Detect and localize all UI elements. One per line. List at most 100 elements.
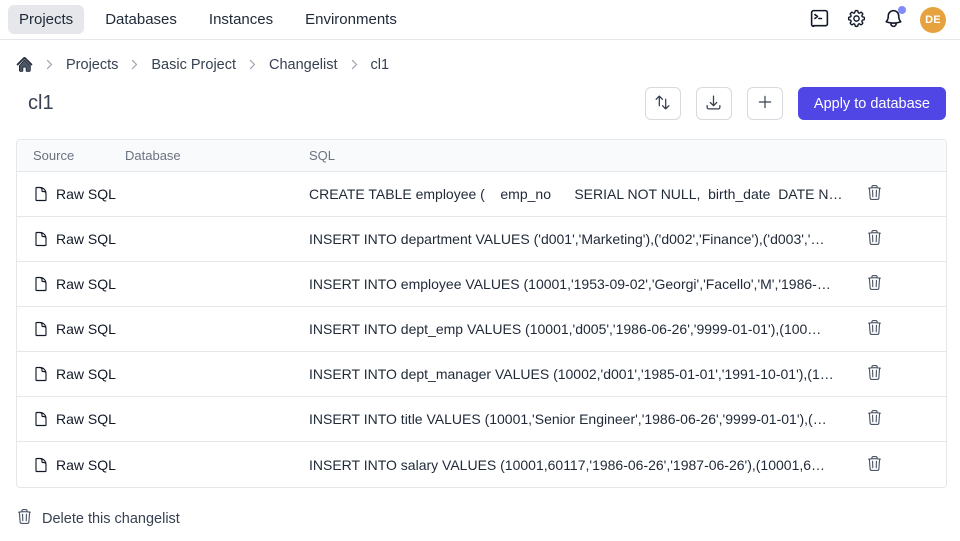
delete-changelist-button[interactable]: Delete this changelist — [16, 508, 180, 529]
document-icon — [33, 321, 49, 337]
source-cell: Raw SQL — [33, 186, 309, 202]
document-icon — [33, 457, 49, 473]
trash-icon — [866, 409, 883, 429]
row-actions — [854, 319, 946, 339]
avatar[interactable]: DE — [920, 7, 946, 33]
chevron-right-icon — [128, 58, 141, 71]
sql-cell: INSERT INTO salary VALUES (10001,60117,'… — [309, 457, 854, 473]
download-icon — [705, 94, 722, 114]
delete-row-button[interactable] — [866, 274, 883, 294]
page-footer: Delete this changelist — [0, 488, 960, 529]
top-nav-actions: DE — [809, 7, 946, 33]
document-icon — [33, 366, 49, 382]
sql-cell: INSERT INTO dept_emp VALUES (10001,'d005… — [309, 321, 854, 337]
apply-to-database-button[interactable]: Apply to database — [798, 87, 946, 120]
nav-item-projects[interactable]: Projects — [8, 5, 84, 34]
trash-icon — [866, 184, 883, 204]
title-row: cl1 Apply to database — [0, 73, 960, 120]
changelist-table: Source Database SQL Raw SQL CREATE TABLE… — [16, 139, 947, 488]
breadcrumb-changelist[interactable]: Changelist — [269, 57, 338, 73]
title-actions: Apply to database — [645, 87, 946, 120]
trash-icon — [866, 319, 883, 339]
source-cell: Raw SQL — [33, 321, 309, 337]
source-label: Raw SQL — [56, 276, 116, 292]
terminal-icon — [809, 8, 830, 32]
source-cell: Raw SQL — [33, 411, 309, 427]
document-icon — [33, 411, 49, 427]
source-label: Raw SQL — [56, 231, 116, 247]
notifications-button[interactable] — [883, 8, 904, 32]
sql-cell: INSERT INTO department VALUES ('d001','M… — [309, 231, 854, 247]
add-change-button[interactable] — [747, 87, 783, 120]
plus-icon — [756, 93, 774, 114]
breadcrumb-cl1[interactable]: cl1 — [371, 57, 390, 73]
source-cell: Raw SQL — [33, 366, 309, 382]
source-label: Raw SQL — [56, 366, 116, 382]
row-actions — [854, 364, 946, 384]
row-actions — [854, 455, 946, 475]
table-row[interactable]: Raw SQL CREATE TABLE employee ( emp_no S… — [17, 172, 946, 217]
sql-cell: INSERT INTO dept_manager VALUES (10002,'… — [309, 366, 854, 382]
sql-cell: CREATE TABLE employee ( emp_no SERIAL NO… — [309, 186, 854, 202]
delete-row-button[interactable] — [866, 229, 883, 249]
delete-row-button[interactable] — [866, 184, 883, 204]
breadcrumb: Projects Basic Project Changelist cl1 — [0, 40, 960, 73]
delete-row-button[interactable] — [866, 319, 883, 339]
document-icon — [33, 231, 49, 247]
reorder-button[interactable] — [645, 87, 681, 120]
arrows-up-down-icon — [654, 94, 671, 114]
source-label: Raw SQL — [56, 411, 116, 427]
table-row[interactable]: Raw SQL INSERT INTO title VALUES (10001,… — [17, 397, 946, 442]
source-label: Raw SQL — [56, 457, 116, 473]
gear-icon — [846, 8, 867, 32]
sql-cell: INSERT INTO title VALUES (10001,'Senior … — [309, 411, 854, 427]
trash-icon — [866, 455, 883, 475]
breadcrumb-projects[interactable]: Projects — [66, 57, 118, 73]
top-nav-bar: Projects Databases Instances Environment… — [0, 0, 960, 40]
row-actions — [854, 409, 946, 429]
column-header-sql: SQL — [309, 148, 854, 163]
document-icon — [33, 186, 49, 202]
table-header: Source Database SQL — [17, 140, 946, 172]
sql-cell: INSERT INTO employee VALUES (10001,'1953… — [309, 276, 854, 292]
trash-icon — [866, 229, 883, 249]
delete-row-button[interactable] — [866, 455, 883, 475]
breadcrumb-home[interactable] — [16, 56, 33, 73]
source-cell: Raw SQL — [33, 457, 309, 473]
source-label: Raw SQL — [56, 186, 116, 202]
row-actions — [854, 184, 946, 204]
row-actions — [854, 229, 946, 249]
nav-item-databases[interactable]: Databases — [94, 5, 188, 34]
nav-item-environments[interactable]: Environments — [294, 5, 408, 34]
trash-icon — [866, 364, 883, 384]
table-row[interactable]: Raw SQL INSERT INTO department VALUES ('… — [17, 217, 946, 262]
chevron-right-icon — [246, 58, 259, 71]
chevron-right-icon — [43, 58, 56, 71]
row-actions — [854, 274, 946, 294]
table-row[interactable]: Raw SQL INSERT INTO dept_emp VALUES (100… — [17, 307, 946, 352]
delete-row-button[interactable] — [866, 409, 883, 429]
source-cell: Raw SQL — [33, 276, 309, 292]
sql-editor-button[interactable] — [809, 8, 830, 32]
table-row[interactable]: Raw SQL INSERT INTO employee VALUES (100… — [17, 262, 946, 307]
document-icon — [33, 276, 49, 292]
notification-dot — [898, 6, 906, 14]
main-nav: Projects Databases Instances Environment… — [8, 5, 408, 34]
table-row[interactable]: Raw SQL INSERT INTO dept_manager VALUES … — [17, 352, 946, 397]
source-label: Raw SQL — [56, 321, 116, 337]
column-header-source: Source — [33, 148, 125, 163]
page-title: cl1 — [28, 92, 54, 115]
export-button[interactable] — [696, 87, 732, 120]
home-icon — [16, 56, 33, 73]
delete-row-button[interactable] — [866, 364, 883, 384]
delete-changelist-label: Delete this changelist — [42, 511, 180, 527]
trash-icon — [16, 508, 33, 529]
chevron-right-icon — [348, 58, 361, 71]
settings-button[interactable] — [846, 8, 867, 32]
nav-item-instances[interactable]: Instances — [198, 5, 284, 34]
column-header-database: Database — [125, 148, 309, 163]
source-cell: Raw SQL — [33, 231, 309, 247]
breadcrumb-basic-project[interactable]: Basic Project — [151, 57, 236, 73]
table-row[interactable]: Raw SQL INSERT INTO salary VALUES (10001… — [17, 442, 946, 487]
trash-icon — [866, 274, 883, 294]
